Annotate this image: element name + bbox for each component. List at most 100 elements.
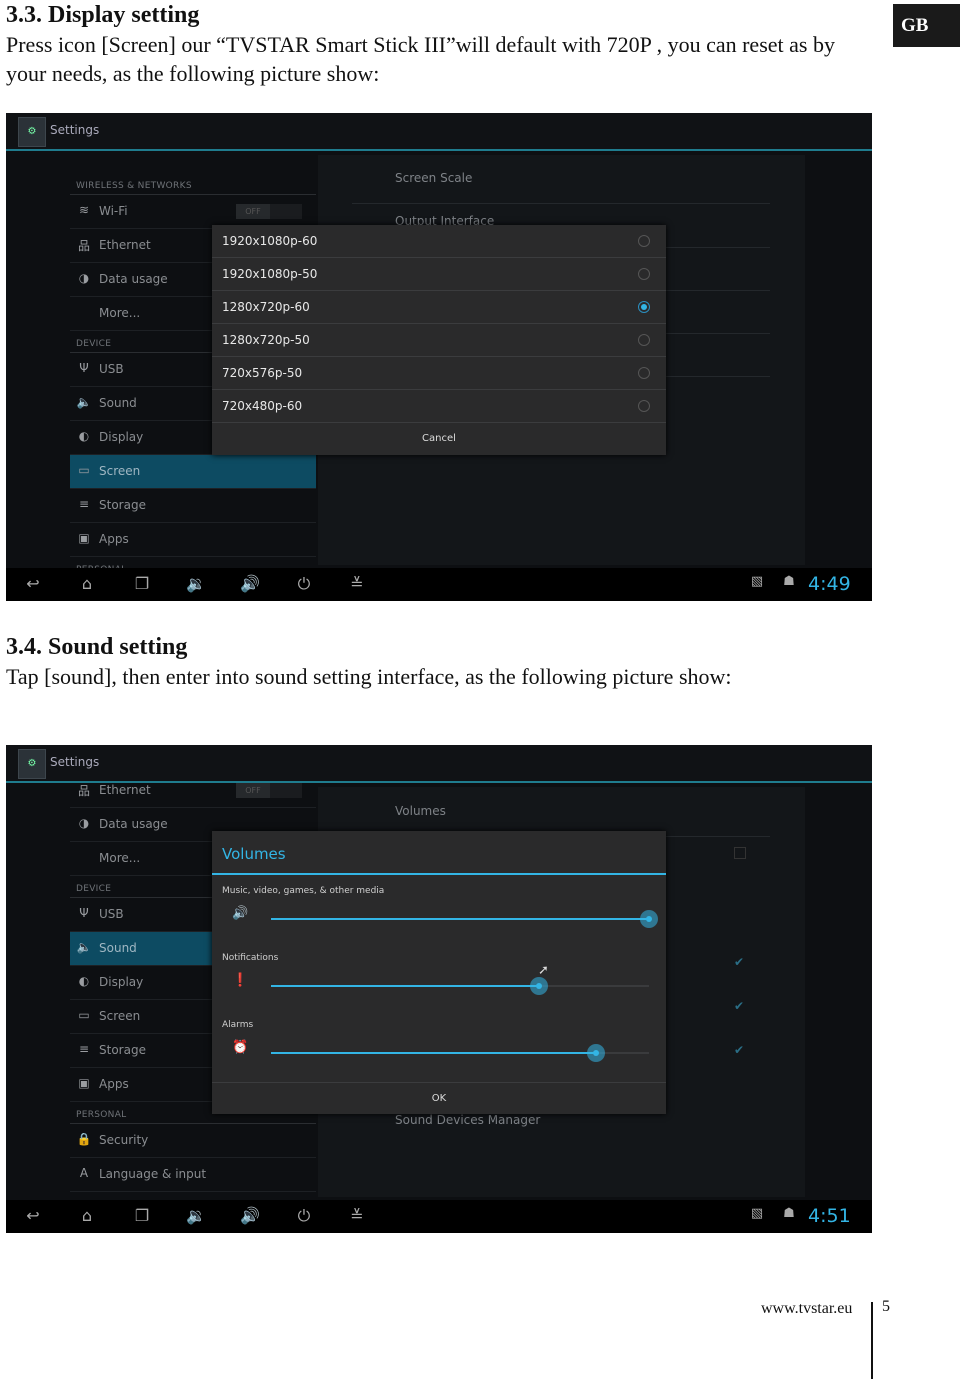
sound-icon: 🔈 (76, 395, 92, 409)
section-body-display: Press icon [Screen] our “TVSTAR Smart St… (6, 32, 835, 86)
sidebar-item-screen[interactable]: ▭ Screen (70, 455, 316, 489)
sidebar-item-wi-fi[interactable]: ≋ Wi-Fi OFF (70, 195, 316, 229)
resolution-option[interactable]: 1920x1080p-50 (212, 258, 666, 291)
checkbox-unchecked[interactable] (734, 847, 746, 859)
resolution-option[interactable]: 1920x1080p-60 (212, 225, 666, 258)
sidebar-item-label: More... (99, 851, 141, 865)
sidebar-item-language-input[interactable]: A Language & input (70, 1158, 316, 1192)
android-debug-icon: ☗ (783, 1206, 795, 1221)
speaker-icon: 🔊 (232, 906, 249, 921)
sidebar-item-label: Sound (99, 396, 137, 410)
screen-scale-item[interactable]: Screen Scale (395, 171, 472, 185)
radio-button[interactable] (638, 367, 650, 379)
dialog-title: Volumes (222, 845, 286, 863)
expand-icon[interactable]: ≚ (345, 1206, 369, 1225)
checkbox-checked[interactable]: ✔ (734, 999, 744, 1013)
sidebar-item-label: Ethernet (99, 783, 151, 797)
volume-label: Music, video, games, & other media (222, 886, 385, 896)
clock: 4:49 (808, 573, 851, 595)
output-resolution-dialog: 1920x1080p-60 1920x1080p-50 1280x720p-60 12… (212, 225, 666, 455)
volume-down-icon[interactable]: 🔉 (184, 1206, 208, 1225)
power-icon[interactable]: ⏻ (292, 1206, 316, 1226)
section-heading-sound: 3.4. Sound setting (6, 634, 188, 660)
radio-button[interactable] (638, 301, 650, 313)
resolution-label: 1920x1080p-60 (222, 234, 318, 248)
expand-icon[interactable]: ≚ (345, 574, 369, 593)
slider-thumb[interactable] (640, 910, 658, 928)
sound-devices-manager-item[interactable]: Sound Devices Manager (395, 1113, 540, 1127)
volume-label: Alarms (222, 1020, 254, 1030)
sidebar-item-apps[interactable]: ▣ Apps (70, 523, 316, 557)
app-title: Settings (50, 123, 100, 137)
resolution-label: 720x576p-50 (222, 366, 303, 380)
cancel-button[interactable]: Cancel (212, 423, 666, 455)
home-icon[interactable]: ⌂ (75, 1206, 99, 1225)
lock-icon: 🔒 (76, 1132, 92, 1146)
checkbox-checked[interactable]: ✔ (734, 955, 744, 969)
section-body-sound: Tap [sound], then enter into sound setti… (6, 664, 732, 689)
sidebar-item-label: Screen (99, 464, 141, 478)
ok-button[interactable]: OK (212, 1083, 666, 1115)
toggle-switch[interactable]: OFF (236, 204, 302, 219)
back-icon[interactable]: ↩ (21, 1206, 45, 1225)
toggle-switch[interactable]: OFF (236, 783, 302, 798)
display-settings-screenshot: ⚙ Settings WIRELESS & NETWORKS ≋ Wi-Fi OFF 品… (6, 113, 872, 601)
data-usage-icon: ◑ (78, 816, 90, 830)
resolution-option[interactable]: 720x576p-50 (212, 357, 666, 390)
radio-button[interactable] (638, 400, 650, 412)
apps-icon: ▣ (78, 1076, 90, 1090)
resolution-label: 1920x1080p-50 (222, 267, 318, 281)
screen-icon: ▭ (78, 463, 90, 477)
title-divider (212, 873, 666, 875)
sound-settings-screenshot: ⚙ Settings 品 Ethernet OFF ◑ Data usage More..… (6, 745, 872, 1233)
sidebar-item-label: More... (99, 306, 141, 320)
volume-label: Notifications (222, 953, 279, 963)
sidebar-item-label: Apps (99, 532, 129, 546)
storage-icon: ≡ (78, 1042, 90, 1056)
resolution-option[interactable]: 1280x720p-60 (212, 291, 666, 324)
clock: 4:51 (808, 1205, 851, 1227)
display-icon: ◐ (78, 974, 90, 988)
app-title: Settings (50, 755, 100, 769)
storage-icon: ≡ (78, 497, 90, 511)
sidebar-item-label: Storage (99, 498, 146, 512)
volume-down-icon[interactable]: 🔉 (184, 574, 208, 593)
sidebar-item-storage[interactable]: ≡ Storage (70, 489, 316, 523)
slider-thumb[interactable] (587, 1044, 606, 1062)
back-icon[interactable]: ↩ (21, 574, 45, 593)
apps-icon: ▣ (78, 531, 90, 545)
screenshot-notification-icon[interactable]: ▧ (745, 1206, 769, 1221)
volumes-item[interactable]: Volumes (395, 804, 446, 818)
recent-apps-icon[interactable]: ❐ (130, 1206, 154, 1225)
recent-apps-icon[interactable]: ❐ (130, 574, 154, 593)
sidebar-item-label: Ethernet (99, 238, 151, 252)
volume-up-icon[interactable]: 🔊 (238, 1206, 262, 1225)
sidebar-item-security[interactable]: 🔒 Security (70, 1124, 316, 1158)
checkbox-checked[interactable]: ✔ (734, 1043, 744, 1057)
ethernet-icon: 品 (77, 239, 90, 253)
section-heading-display: 3.3. Display setting (6, 2, 200, 28)
sidebar-section-header: WIRELESS & NETWORKS (70, 173, 316, 195)
screenshot-notification-icon[interactable]: ▧ (745, 574, 769, 589)
sidebar-item-label: Data usage (99, 272, 168, 286)
power-icon[interactable]: ⏻ (292, 574, 316, 594)
sidebar-item-label: Storage (99, 1043, 146, 1057)
radio-button[interactable] (638, 268, 650, 280)
display-icon: ◐ (78, 429, 90, 443)
volume-up-icon[interactable]: 🔊 (238, 574, 262, 593)
page-number: 5 (882, 1298, 890, 1315)
sidebar-item-label: Display (99, 430, 144, 444)
home-icon[interactable]: ⌂ (75, 574, 99, 593)
sidebar-item-label: Language & input (99, 1167, 207, 1181)
data-usage-icon: ◑ (78, 271, 90, 285)
radio-button[interactable] (638, 235, 650, 247)
resolution-option[interactable]: 1280x720p-50 (212, 324, 666, 357)
volume-slider[interactable] (271, 977, 649, 995)
resolution-option[interactable]: 720x480p-60 (212, 390, 666, 423)
volume-slider[interactable] (271, 910, 658, 928)
android-debug-icon: ☗ (783, 574, 795, 589)
volume-slider[interactable] (271, 1044, 649, 1062)
slider-thumb[interactable] (530, 977, 549, 995)
radio-button[interactable] (638, 334, 650, 346)
notification-icon: ❗ (232, 973, 249, 988)
